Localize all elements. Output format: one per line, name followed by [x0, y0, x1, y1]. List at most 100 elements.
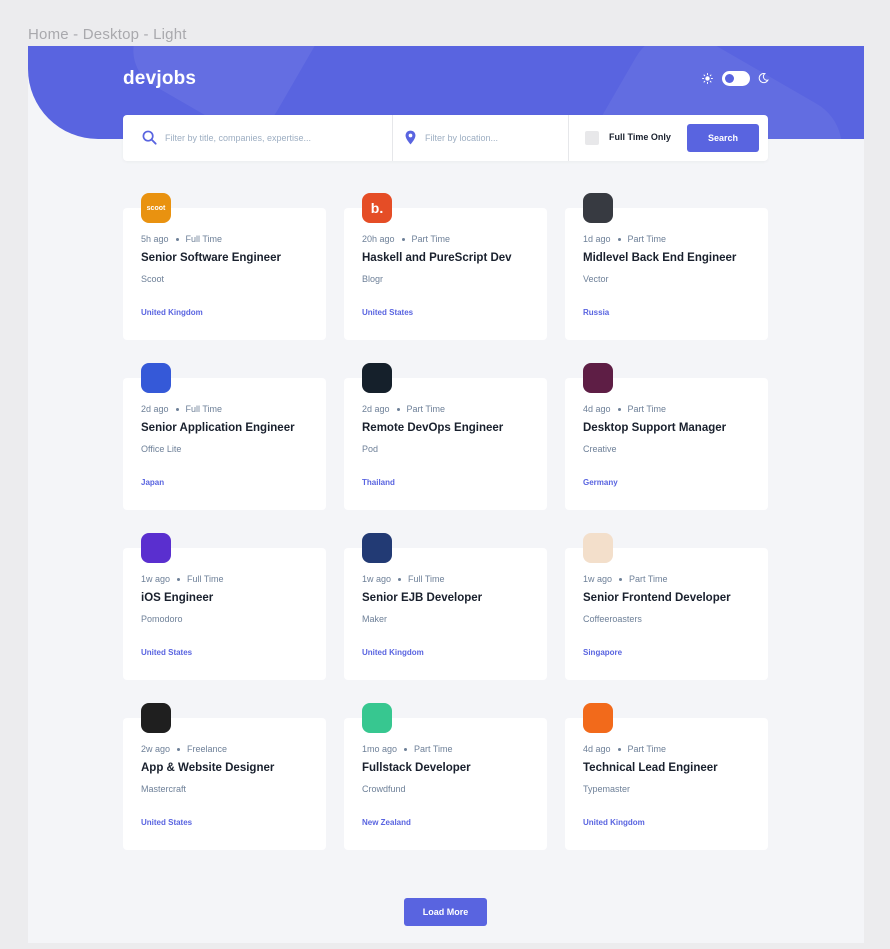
search-bar: Full Time Only Search: [123, 115, 768, 161]
logo[interactable]: devjobs: [123, 68, 196, 90]
job-meta: 20h ago Part Time: [362, 234, 450, 244]
theme-toggle[interactable]: [702, 70, 772, 88]
job-title[interactable]: Senior EJB Developer: [362, 592, 542, 604]
posted-time: 2d ago: [141, 404, 169, 414]
job-meta: 1w ago Part Time: [583, 574, 668, 584]
job-location: United States: [141, 648, 193, 657]
separator-dot: [617, 238, 621, 242]
company-name: Crowdfund: [362, 784, 406, 794]
search-button[interactable]: Search: [687, 124, 759, 152]
job-card[interactable]: 4d ago Part Time Desktop Support Manager …: [565, 363, 768, 510]
posted-time: 1mo ago: [362, 744, 398, 754]
job-title[interactable]: iOS Engineer: [141, 592, 321, 604]
job-location: United Kingdom: [141, 308, 203, 317]
job-title[interactable]: Desktop Support Manager: [583, 422, 763, 434]
creative-logo-icon: [583, 363, 613, 393]
job-card[interactable]: 2d ago Part Time Remote DevOps Engineer P…: [344, 363, 547, 510]
job-card[interactable]: 2d ago Full Time Senior Application Engin…: [123, 363, 326, 510]
job-card[interactable]: 1w ago Full Time iOS Engineer Pomodoro Un…: [123, 533, 326, 680]
posted-time: 1w ago: [583, 574, 613, 584]
posted-time: 20h ago: [362, 234, 395, 244]
job-location: United States: [141, 818, 193, 827]
job-location: Japan: [141, 478, 165, 487]
separator-dot: [404, 748, 408, 752]
job-card[interactable]: 1d ago Part Time Midlevel Back End Engine…: [565, 193, 768, 340]
company-name: Maker: [362, 614, 388, 624]
posted-time: 5h ago: [141, 234, 169, 244]
job-card[interactable]: 1w ago Part Time Senior Frontend Develope…: [565, 533, 768, 680]
job-meta: 2w ago Freelance: [141, 744, 227, 754]
job-card[interactable]: scoot 5h ago Full Time Senior Software En…: [123, 193, 326, 340]
sun-icon: [702, 73, 713, 84]
job-title[interactable]: Remote DevOps Engineer: [362, 422, 542, 434]
job-location: United Kingdom: [583, 818, 645, 827]
title-filter: [123, 115, 393, 161]
location-pin-icon: [405, 130, 416, 145]
contract-type: Part Time: [629, 574, 668, 584]
crowdfund-logo-icon: [362, 703, 392, 733]
mastercraft-logo-icon: [141, 703, 171, 733]
load-more-button[interactable]: Load More: [404, 898, 487, 926]
job-card[interactable]: 1mo ago Part Time Fullstack Developer Cro…: [344, 703, 547, 850]
job-meta: 1w ago Full Time: [362, 574, 445, 584]
job-title[interactable]: Senior Application Engineer: [141, 422, 321, 434]
separator-dot: [617, 408, 621, 412]
company-name: Creative: [583, 444, 617, 454]
theme-switch-knob: [725, 74, 734, 83]
job-meta: 1mo ago Part Time: [362, 744, 453, 754]
contract-type: Part Time: [411, 234, 451, 244]
pod-logo-icon: [362, 363, 392, 393]
company-name: Typemaster: [583, 784, 631, 794]
job-title[interactable]: Technical Lead Engineer: [583, 762, 763, 774]
company-logo-text: scoot: [146, 204, 166, 212]
job-location: United Kingdom: [362, 648, 424, 657]
office-lite-logo-icon: [141, 363, 171, 393]
posted-time: 2w ago: [141, 744, 171, 754]
scoot-logo-icon: scoot: [141, 193, 171, 223]
company-name: Pod: [362, 444, 379, 454]
pomodoro-logo-icon: [141, 533, 171, 563]
job-location: New Zealand: [362, 818, 411, 827]
frame-label: Home - Desktop - Light: [28, 26, 187, 43]
job-title[interactable]: Fullstack Developer: [362, 762, 542, 774]
separator-dot: [617, 748, 621, 752]
job-title[interactable]: Midlevel Back End Engineer: [583, 252, 763, 264]
posted-time: 1d ago: [583, 234, 611, 244]
posted-time: 4d ago: [583, 404, 611, 414]
separator-dot: [175, 238, 179, 242]
contract-type: Part Time: [627, 404, 667, 414]
full-time-label[interactable]: Full Time Only: [609, 132, 671, 142]
theme-switch-track[interactable]: [722, 71, 750, 86]
job-title[interactable]: Haskell and PureScript Dev: [362, 252, 542, 264]
contract-type: Part Time: [627, 744, 667, 754]
job-title[interactable]: Senior Software Engineer: [141, 252, 321, 264]
full-time-filter: Full Time Only Search: [568, 115, 768, 161]
job-card[interactable]: 1w ago Full Time Senior EJB Developer Mak…: [344, 533, 547, 680]
job-location: Germany: [583, 478, 618, 487]
separator-dot: [177, 748, 181, 752]
job-location: Thailand: [362, 478, 395, 487]
company-name: Blogr: [362, 274, 384, 284]
job-card[interactable]: 2w ago Freelance App & Website Designer M…: [123, 703, 326, 850]
posted-time: 1w ago: [362, 574, 392, 584]
job-title[interactable]: Senior Frontend Developer: [583, 592, 763, 604]
job-meta: 5h ago Full Time: [141, 234, 222, 244]
job-location: Singapore: [583, 648, 623, 657]
location-filter: [392, 115, 569, 161]
maker-logo-icon: [362, 533, 392, 563]
job-meta: 2d ago Full Time: [141, 404, 222, 414]
separator-dot: [619, 578, 623, 582]
title-filter-input[interactable]: [165, 128, 375, 148]
job-title[interactable]: App & Website Designer: [141, 762, 321, 774]
job-card[interactable]: b. 20h ago Part Time Haskell and PureScri…: [344, 193, 547, 340]
contract-type: Full Time: [185, 404, 223, 414]
contract-type: Full Time: [408, 574, 445, 584]
separator-dot: [177, 578, 181, 582]
posted-time: 2d ago: [362, 404, 390, 414]
job-card[interactable]: 4d ago Part Time Technical Lead Engineer …: [565, 703, 768, 850]
full-time-checkbox[interactable]: [585, 131, 599, 145]
blogr-logo-icon: b.: [362, 193, 392, 223]
location-filter-input[interactable]: [425, 128, 560, 148]
company-name: Mastercraft: [141, 784, 187, 794]
coffeeroasters-logo-icon: [583, 533, 613, 563]
